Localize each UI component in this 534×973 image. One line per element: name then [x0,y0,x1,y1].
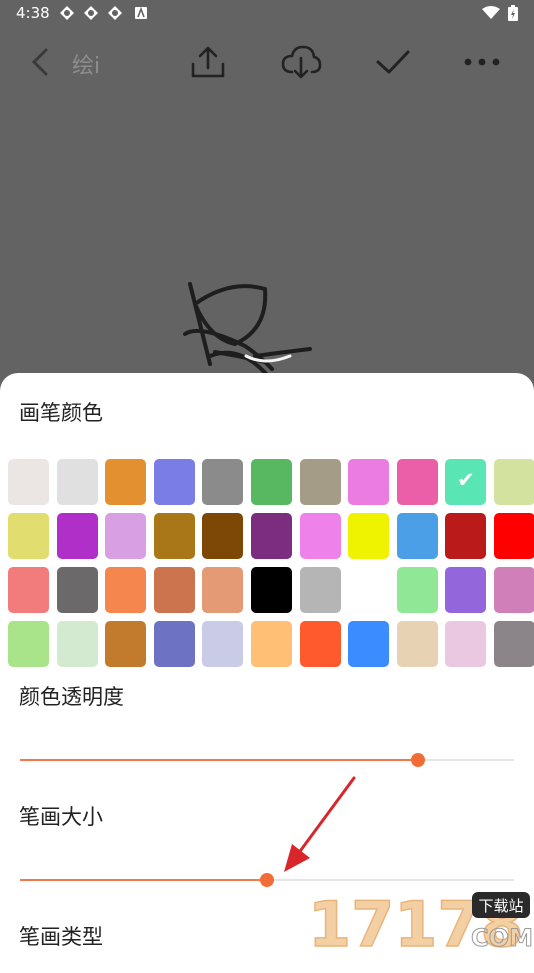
color-swatch[interactable] [202,621,244,667]
share-button[interactable] [186,30,230,94]
cloud-download-button[interactable] [278,30,324,94]
opacity-slider[interactable] [20,750,514,770]
color-swatch[interactable] [8,567,49,613]
color-swatch[interactable] [494,621,534,667]
color-swatch[interactable] [348,567,390,613]
color-swatch[interactable] [396,567,438,613]
check-icon [376,50,410,74]
wifi-icon [482,6,500,19]
color-swatch[interactable] [299,513,341,559]
color-swatch[interactable] [445,513,487,559]
color-swatch[interactable] [105,567,147,613]
color-swatch[interactable] [494,567,534,613]
watermark-domain: COM [471,924,533,950]
stroke-type-title: 笔画类型 [19,925,103,949]
color-swatch[interactable] [251,621,292,667]
color-swatch[interactable] [202,567,244,613]
color-swatch[interactable] [494,513,534,559]
color-swatch[interactable] [445,621,487,667]
opacity-title: 颜色透明度 [19,685,124,709]
color-swatch[interactable] [105,459,147,505]
watermark-badge: 下载站 [478,897,523,915]
notification-icon [108,6,122,20]
upload-icon [191,46,225,78]
color-swatch[interactable] [202,513,244,559]
color-swatch[interactable] [445,459,487,505]
color-swatch[interactable] [8,459,49,505]
more-button[interactable] [458,30,506,94]
status-time: 4:38 [16,4,50,22]
color-swatch[interactable] [299,621,341,667]
notification-icon [60,6,74,20]
notification-icon [84,6,98,20]
cloud-download-icon [281,45,322,79]
color-swatch[interactable] [56,459,98,505]
color-swatch[interactable] [251,567,292,613]
color-swatch[interactable] [396,621,438,667]
watermark: 17178 下载站 COM [306,882,534,962]
drawing-canvas[interactable] [0,94,534,384]
top-toolbar: 绘i [0,30,534,94]
status-bar: 4:38 [0,0,534,28]
color-swatch[interactable] [8,621,49,667]
color-swatch[interactable] [105,513,147,559]
more-dots-icon [464,58,500,66]
color-swatch[interactable] [396,513,438,559]
stroke-size-fill [20,879,267,881]
done-button[interactable] [372,30,414,94]
color-swatch[interactable] [153,459,195,505]
color-swatch[interactable] [56,621,98,667]
color-swatch[interactable] [8,513,49,559]
stroke-size-title: 笔画大小 [19,805,103,829]
back-arrow-icon [31,48,48,76]
color-swatch[interactable] [251,513,292,559]
color-swatch[interactable] [251,459,292,505]
app-notification-icon [135,6,147,19]
back-button[interactable] [22,30,58,94]
color-swatch[interactable] [56,513,98,559]
sketch-strokes [183,282,312,378]
battery-icon [508,5,518,21]
color-swatch[interactable] [153,621,195,667]
color-swatch[interactable] [153,513,195,559]
opacity-thumb[interactable] [410,753,425,767]
color-swatch[interactable] [494,459,534,505]
watermark-logo: 17178 下载站 COM [307,887,533,962]
color-swatch[interactable] [153,567,195,613]
color-swatch[interactable] [202,459,244,505]
opacity-fill [20,759,418,761]
color-swatch[interactable] [56,567,98,613]
color-swatch[interactable] [105,621,147,667]
annotation-arrow-icon [284,776,356,872]
color-swatch[interactable] [445,567,487,613]
color-swatch[interactable] [348,513,390,559]
document-title: 绘i [72,54,101,79]
color-swatch[interactable] [396,459,438,505]
color-swatch[interactable] [299,459,341,505]
color-swatch[interactable] [348,459,390,505]
color-swatch[interactable] [348,621,390,667]
color-swatch[interactable] [299,567,341,613]
brush-color-title: 画笔颜色 [19,401,103,425]
